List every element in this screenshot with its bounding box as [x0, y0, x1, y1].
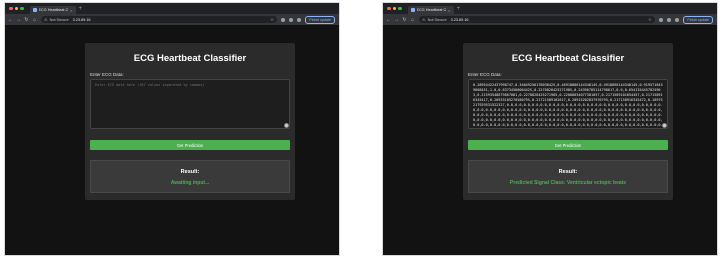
reload-icon[interactable]: ↻	[24, 17, 29, 23]
maximize-window-button[interactable]	[20, 6, 24, 11]
result-panel: Result: Predicted Signal Class: Ventricu…	[468, 160, 668, 193]
forward-icon[interactable]: →	[394, 17, 399, 23]
url-text[interactable]: 3.23.69.16	[451, 18, 469, 22]
maximize-window-button[interactable]	[398, 6, 402, 11]
browser-tab[interactable]: ECG Heartbeat Classification ×	[29, 6, 76, 14]
ecg-input-label: Enter ECG Data:	[90, 72, 124, 77]
address-bar[interactable]: ⚠ Not Secure 3.23.69.16 ☆	[41, 16, 277, 23]
warning-icon[interactable]: ⚠	[44, 17, 48, 22]
bookmark-star-icon[interactable]: ☆	[270, 17, 274, 23]
address-bar[interactable]: ⚠ Not Secure 3.23.69.16 ☆	[419, 16, 655, 23]
result-panel: Result: Awaiting input...	[90, 160, 290, 193]
favicon-icon	[410, 8, 415, 12]
result-title: Result:	[558, 169, 578, 175]
extension-icon[interactable]	[281, 17, 285, 22]
close-window-button[interactable]	[9, 6, 13, 11]
ecg-data-input[interactable]: 0.28954422437998747,0.34049256178038425,…	[468, 79, 668, 129]
tab-bar: ECG Heartbeat Classification × +	[383, 3, 717, 14]
window-controls	[9, 6, 24, 11]
resize-handle-icon[interactable]	[284, 123, 289, 128]
reload-icon[interactable]: ↻	[402, 17, 407, 23]
security-label: Not Secure	[427, 17, 447, 22]
result-value: Predicted Signal Class: Ventricular ecto…	[509, 180, 627, 186]
get-prediction-button[interactable]: Get Prediction	[90, 140, 290, 150]
bookmark-star-icon[interactable]: ☆	[648, 17, 652, 23]
home-icon[interactable]: ⌂	[410, 17, 415, 23]
window-controls	[387, 6, 402, 11]
close-tab-icon[interactable]: ×	[448, 8, 450, 13]
extension-icon[interactable]	[667, 17, 671, 22]
close-tab-icon[interactable]: ×	[70, 8, 72, 13]
resize-handle-icon[interactable]	[662, 123, 667, 128]
page-title: ECG Heartbeat Classifier	[133, 53, 247, 64]
get-prediction-button[interactable]: Get Prediction	[468, 140, 668, 150]
minimize-window-button[interactable]	[392, 6, 396, 11]
finish-update-button[interactable]: Finish update	[305, 15, 335, 24]
tab-title: ECG Heartbeat Classification	[38, 8, 69, 12]
finish-update-button[interactable]: Finish update	[683, 15, 713, 24]
new-tab-icon[interactable]: +	[79, 6, 83, 12]
extension-icon[interactable]	[289, 17, 293, 22]
browser-tab[interactable]: ECG Heartbeat Classification ×	[407, 6, 454, 14]
result-title: Result:	[180, 169, 200, 175]
close-window-button[interactable]	[387, 6, 391, 11]
url-text[interactable]: 3.23.69.16	[73, 18, 91, 22]
page-title: ECG Heartbeat Classifier	[511, 53, 625, 64]
classifier-card: ECG Heartbeat Classifier Enter ECG Data:…	[463, 43, 673, 200]
ecg-data-input[interactable]: Enter ECG data here (187 values separate…	[90, 79, 290, 129]
back-icon[interactable]: ←	[386, 17, 391, 23]
tab-title: ECG Heartbeat Classification	[416, 8, 447, 12]
classifier-card: ECG Heartbeat Classifier Enter ECG Data:…	[85, 43, 295, 200]
forward-icon[interactable]: →	[16, 17, 21, 23]
extension-icon[interactable]	[659, 17, 663, 22]
ecg-input-placeholder: Enter ECG data here (187 values separate…	[95, 83, 205, 87]
result-value: Awaiting input...	[170, 180, 210, 186]
security-label: Not Secure	[49, 17, 69, 22]
toolbar: ← → ↻ ⌂ ⚠ Not Secure 3.23.69.16 ☆ Finish…	[383, 14, 717, 25]
toolbar: ← → ↻ ⌂ ⚠ Not Secure 3.23.69.16 ☆ Finish…	[5, 14, 339, 25]
browser-window-right: ECG Heartbeat Classification × + ← → ↻ ⌂…	[382, 2, 718, 256]
ecg-input-value: 0.28954422437998747,0.34049256178038425,…	[473, 83, 663, 127]
minimize-window-button[interactable]	[14, 6, 18, 11]
ecg-input-label: Enter ECG Data:	[468, 72, 502, 77]
profile-avatar[interactable]	[675, 17, 679, 22]
home-icon[interactable]: ⌂	[32, 17, 37, 23]
back-icon[interactable]: ←	[8, 17, 13, 23]
profile-avatar[interactable]	[297, 17, 301, 22]
warning-icon[interactable]: ⚠	[422, 17, 426, 22]
new-tab-icon[interactable]: +	[457, 6, 461, 12]
tab-bar: ECG Heartbeat Classification × +	[5, 3, 339, 14]
favicon-icon	[32, 8, 37, 12]
browser-window-left: ECG Heartbeat Classification × + ← → ↻ ⌂…	[4, 2, 340, 256]
